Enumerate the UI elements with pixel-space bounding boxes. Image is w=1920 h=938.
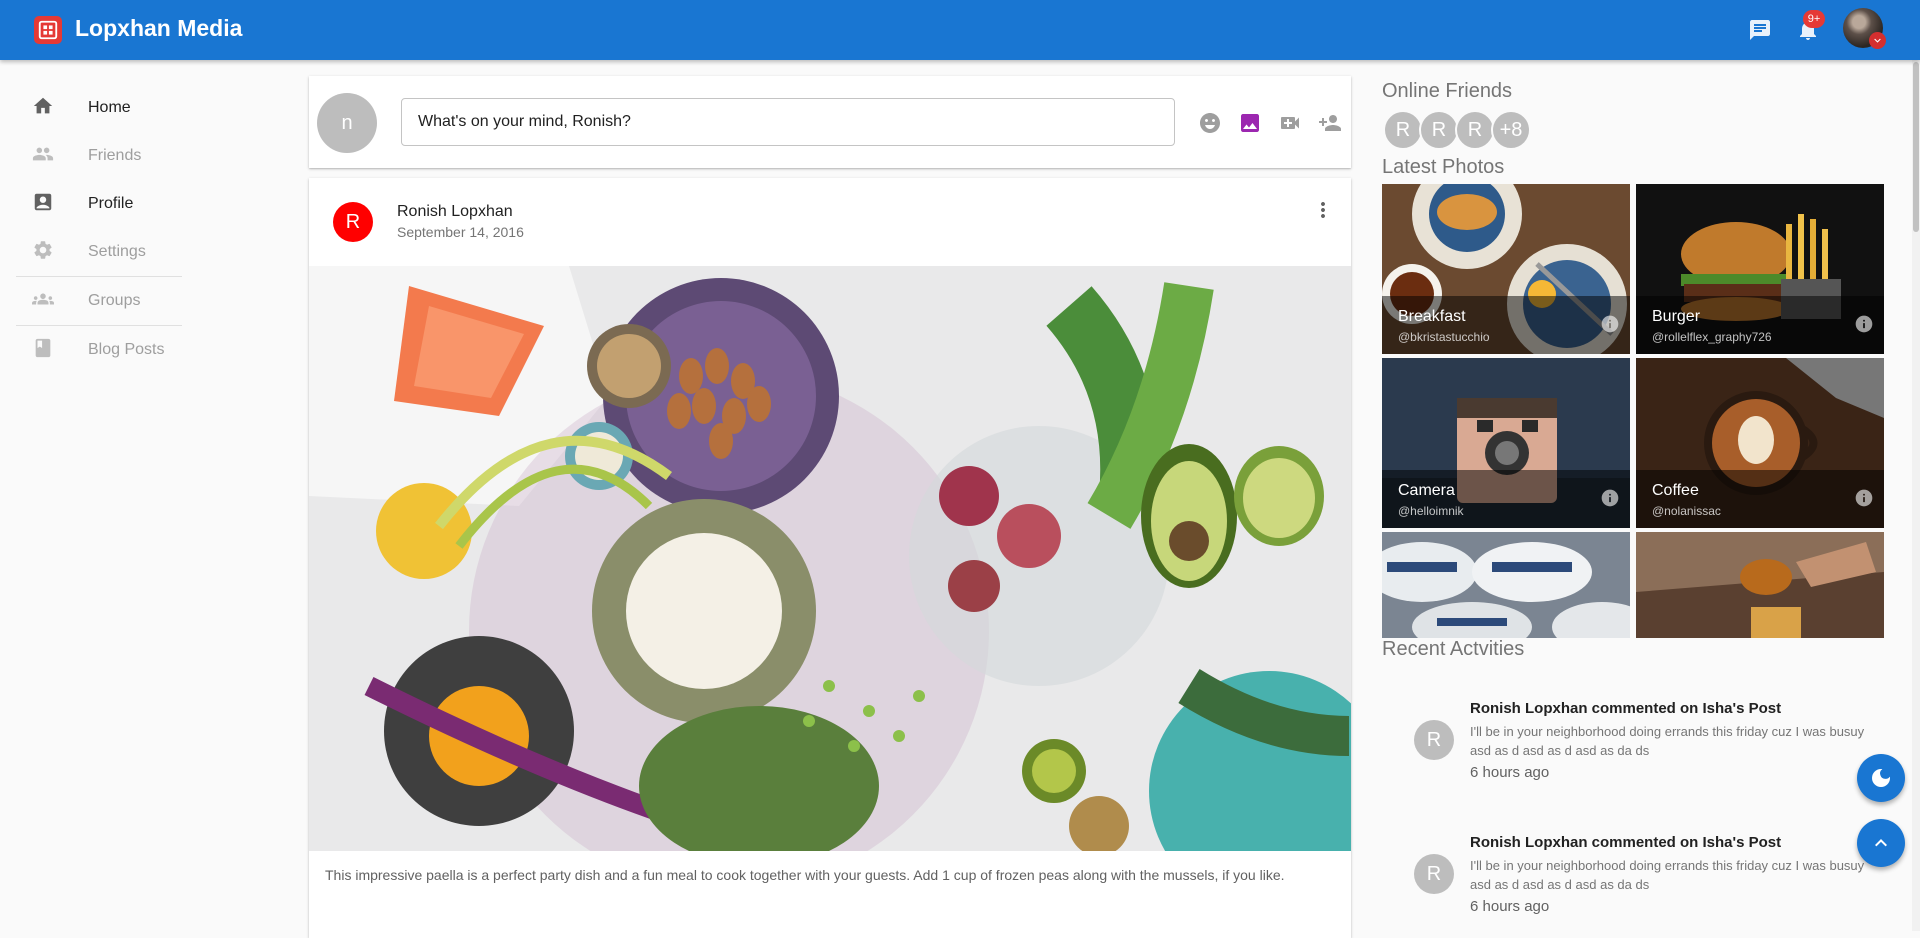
app-title[interactable]: Lopxhan Media bbox=[75, 15, 242, 42]
activity-body: I'll be in your neighborhood doing erran… bbox=[1470, 858, 1865, 892]
photo-title: Coffee bbox=[1652, 482, 1699, 499]
post-composer: n bbox=[309, 76, 1351, 168]
photo-author: @nolanissac bbox=[1652, 504, 1721, 518]
activity-title: Ronish Lopxhan commented on Isha's Post bbox=[1470, 700, 1782, 717]
scroll-top-button[interactable] bbox=[1857, 819, 1905, 867]
sidebar-item-label: Friends bbox=[88, 147, 142, 164]
friend-avatar[interactable]: R bbox=[1419, 110, 1459, 150]
online-friends-title: Online Friends bbox=[1382, 80, 1513, 102]
logo-icon[interactable] bbox=[34, 16, 62, 44]
avatar[interactable]: R bbox=[1414, 854, 1454, 894]
photo-tile-honey[interactable] bbox=[1636, 532, 1884, 638]
recent-activities-title: Recent Actvities bbox=[1382, 638, 1525, 660]
sidebar-item-label: Settings bbox=[88, 243, 146, 260]
chat-icon[interactable] bbox=[1747, 17, 1773, 43]
sidebar-item-blog-posts[interactable]: Blog Posts bbox=[16, 326, 182, 374]
friend-avatar[interactable]: R bbox=[1383, 110, 1423, 150]
photo-author: @rollelflex_graphy726 bbox=[1652, 330, 1772, 344]
groups-icon bbox=[16, 288, 72, 315]
sidebar-item-profile[interactable]: Profile bbox=[16, 180, 182, 228]
post-caption: This impressive paella is a perfect part… bbox=[325, 867, 1285, 883]
online-friends-list: R R R +8 bbox=[1383, 110, 1531, 150]
activity-item[interactable]: R Ronish Lopxhan commented on Isha's Pos… bbox=[1382, 700, 1882, 810]
post-author[interactable]: Ronish Lopxhan bbox=[397, 203, 513, 221]
home-icon bbox=[16, 95, 72, 122]
photo-tile-hats[interactable] bbox=[1382, 532, 1630, 638]
post-date: September 14, 2016 bbox=[397, 224, 524, 240]
video-icon[interactable] bbox=[1277, 110, 1303, 136]
activity-time: 6 hours ago bbox=[1470, 764, 1550, 781]
sidebar-item-label: Profile bbox=[88, 195, 134, 212]
photo-title: Camera bbox=[1398, 482, 1455, 499]
post-card: R Ronish Lopxhan September 14, 2016 This… bbox=[309, 178, 1351, 938]
info-icon[interactable] bbox=[1854, 314, 1874, 334]
photo-grid: Breakfast @bkristastucchio Burger @rolle… bbox=[1382, 184, 1884, 702]
scrollbar-thumb[interactable] bbox=[1913, 62, 1919, 232]
page-scrollbar[interactable] bbox=[1912, 60, 1920, 931]
activity-time: 6 hours ago bbox=[1470, 898, 1550, 915]
dark-mode-button[interactable] bbox=[1857, 754, 1905, 802]
friend-avatar[interactable]: R bbox=[1455, 110, 1495, 150]
sidebar-item-label: Home bbox=[88, 99, 131, 116]
info-icon[interactable] bbox=[1854, 488, 1874, 508]
sidebar-item-friends[interactable]: Friends bbox=[16, 132, 182, 180]
image-icon[interactable] bbox=[1237, 110, 1263, 136]
sidebar-item-groups[interactable]: Groups bbox=[16, 277, 182, 325]
info-icon[interactable] bbox=[1600, 488, 1620, 508]
photo-title: Burger bbox=[1652, 308, 1701, 325]
moon-icon bbox=[1872, 769, 1890, 787]
photo-tile-burger[interactable]: Burger @rollelflex_graphy726 bbox=[1636, 184, 1884, 354]
avatar[interactable]: n bbox=[317, 93, 377, 153]
app-bar: Lopxhan Media 9+ bbox=[0, 0, 1920, 60]
emoji-icon[interactable] bbox=[1197, 110, 1223, 136]
sidebar-item-home[interactable]: Home bbox=[16, 84, 182, 132]
photo-author: @helloimnik bbox=[1398, 504, 1464, 518]
sidebar-nav: Home Friends Profile Settings Groups Blo… bbox=[16, 84, 182, 374]
notification-badge: 9+ bbox=[1803, 10, 1825, 28]
photo-author: @bkristastucchio bbox=[1398, 330, 1490, 344]
post-input[interactable] bbox=[401, 98, 1175, 146]
photo-title: Breakfast bbox=[1398, 308, 1466, 325]
post-image[interactable] bbox=[309, 266, 1351, 851]
chevron-down-icon[interactable] bbox=[1869, 32, 1886, 49]
chevron-up-icon bbox=[1875, 839, 1887, 847]
info-icon[interactable] bbox=[1600, 314, 1620, 334]
latest-photos-title: Latest Photos bbox=[1382, 156, 1505, 178]
photo-tile-breakfast[interactable]: Breakfast @bkristastucchio bbox=[1382, 184, 1630, 354]
more-vert-icon[interactable] bbox=[1311, 198, 1335, 222]
activity-body: I'll be in your neighborhood doing erran… bbox=[1470, 724, 1865, 758]
gear-icon bbox=[16, 239, 72, 266]
avatar[interactable]: R bbox=[1414, 720, 1454, 760]
photo-tile-coffee[interactable]: Coffee @nolanissac bbox=[1636, 358, 1884, 528]
sidebar-item-settings[interactable]: Settings bbox=[16, 228, 182, 276]
profile-icon bbox=[16, 191, 72, 218]
book-icon bbox=[16, 337, 72, 364]
activity-title: Ronish Lopxhan commented on Isha's Post bbox=[1470, 834, 1782, 851]
activity-item[interactable]: R Ronish Lopxhan commented on Isha's Pos… bbox=[1382, 834, 1882, 931]
sidebar-item-label: Blog Posts bbox=[88, 341, 165, 358]
people-icon bbox=[16, 143, 72, 170]
more-friends-count[interactable]: +8 bbox=[1491, 110, 1531, 150]
photo-tile-camera[interactable]: Camera @helloimnik bbox=[1382, 358, 1630, 528]
user-avatar[interactable] bbox=[1843, 8, 1886, 49]
tag-friend-icon[interactable] bbox=[1317, 110, 1343, 136]
sidebar-item-label: Groups bbox=[88, 292, 141, 309]
avatar[interactable]: R bbox=[333, 202, 373, 242]
